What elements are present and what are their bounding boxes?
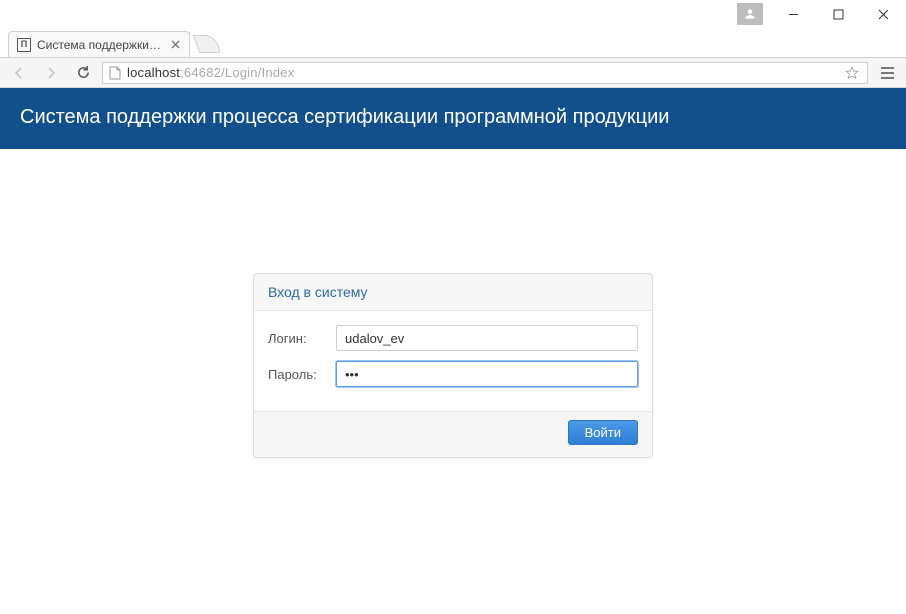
window-minimize-button[interactable]	[771, 0, 816, 28]
login-panel-heading: Вход в систему	[254, 274, 652, 311]
tab-close-icon[interactable]	[169, 39, 181, 51]
nav-forward-button[interactable]	[38, 61, 64, 85]
window-close-button[interactable]	[861, 0, 906, 28]
page-viewport: Система поддержки процесса сертификации …	[0, 88, 906, 614]
reload-button[interactable]	[70, 61, 96, 85]
url-text: localhost:64682/Login/Index	[127, 65, 294, 80]
page-icon	[109, 66, 121, 80]
login-label: Логин:	[268, 331, 326, 346]
submit-login-button[interactable]: Войти	[568, 420, 638, 445]
login-panel: Вход в систему Логин: Пароль: Войти	[253, 273, 653, 458]
page-header: Система поддержки процесса сертификации …	[0, 88, 906, 149]
nav-back-button[interactable]	[6, 61, 32, 85]
browser-tabstrip: П Система поддержки про	[0, 28, 906, 58]
url-bar[interactable]: localhost:64682/Login/Index	[102, 62, 868, 84]
browser-tab[interactable]: П Система поддержки про	[8, 31, 190, 57]
new-tab-button[interactable]	[193, 35, 222, 53]
user-account-icon[interactable]	[737, 3, 763, 25]
browser-toolbar: localhost:64682/Login/Index	[0, 58, 906, 88]
browser-menu-button[interactable]	[874, 61, 900, 85]
login-input[interactable]	[336, 325, 638, 351]
bookmark-star-icon[interactable]	[843, 66, 861, 80]
password-label: Пароль:	[268, 367, 326, 382]
tab-title: Система поддержки про	[37, 38, 163, 52]
window-titlebar	[0, 0, 906, 28]
window-maximize-button[interactable]	[816, 0, 861, 28]
password-input[interactable]	[336, 361, 638, 387]
page-title: Система поддержки процесса сертификации …	[20, 106, 669, 128]
tab-favicon-icon: П	[17, 38, 31, 52]
